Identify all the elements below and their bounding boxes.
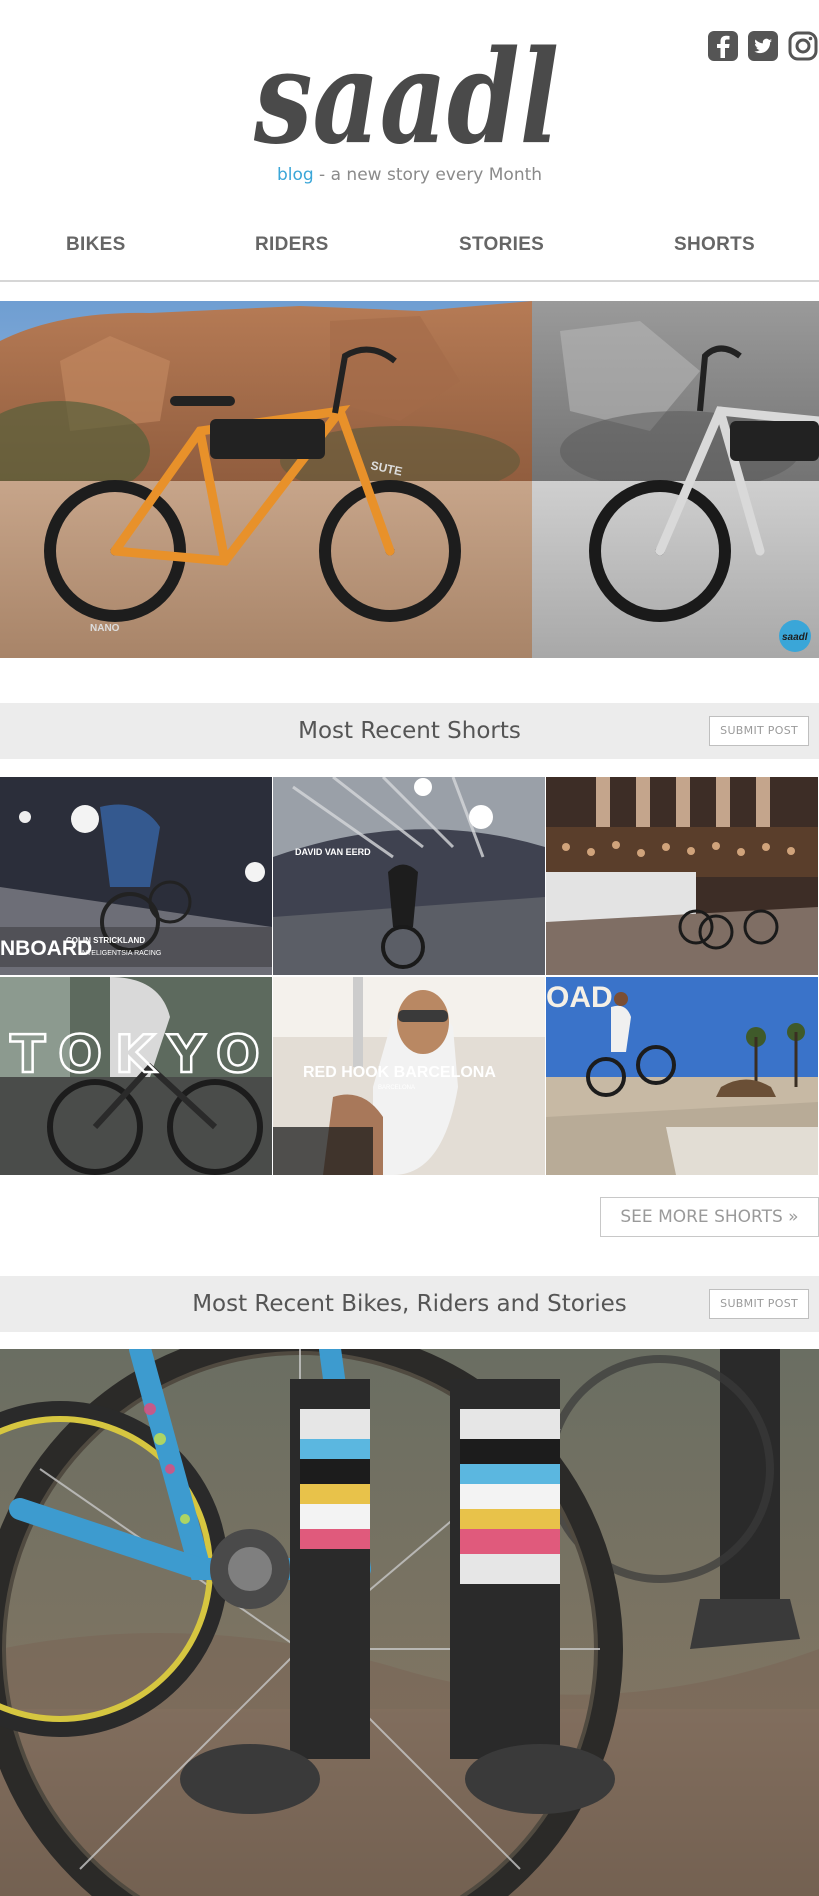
short-tile[interactable]: RED HOOK BARCELONA BARCELONA xyxy=(273,977,545,1175)
nav-bikes[interactable]: BIKES xyxy=(66,234,126,256)
see-more-shorts-button[interactable]: SEE MORE SHORTS » xyxy=(600,1197,819,1237)
stories-section-bar: Most Recent Bikes, Riders and Stories SU… xyxy=(0,1276,819,1332)
stories-submit-post-button[interactable]: SUBMIT POST xyxy=(709,1289,809,1319)
short-tile[interactable]: DAVID VAN EERD xyxy=(273,777,545,975)
hero-image[interactable]: SUTE NANO saadl xyxy=(0,301,819,658)
tagline-blog-link[interactable]: blog xyxy=(277,165,314,185)
main-nav: BIKES RIDERS STORIES SHORTS xyxy=(0,222,819,282)
tile-sub1: COLIN STRICKLAND xyxy=(66,936,145,945)
nav-shorts[interactable]: SHORTS xyxy=(674,234,755,256)
social-links xyxy=(707,30,819,62)
nav-stories[interactable]: STORIES xyxy=(459,234,544,256)
short-tile[interactable] xyxy=(546,777,818,975)
tile-sub1: BARCELONA xyxy=(378,1085,415,1091)
short-tile[interactable]: NBOARD COLIN STRICKLAND INTELIGENTSIA RA… xyxy=(0,777,272,975)
logo-text: saadl xyxy=(254,23,559,154)
facebook-icon[interactable] xyxy=(707,30,739,62)
stories-section-title: Most Recent Bikes, Riders and Stories xyxy=(192,1291,627,1317)
twitter-icon[interactable] xyxy=(747,30,779,62)
shorts-submit-post-button[interactable]: SUBMIT POST xyxy=(709,716,809,746)
short-tile[interactable]: TOKYO xyxy=(0,977,272,1175)
shorts-section-bar: Most Recent Shorts SUBMIT POST xyxy=(0,703,819,759)
tile-caption: RED HOOK BARCELONA xyxy=(303,1064,496,1081)
shorts-section-title: Most Recent Shorts xyxy=(298,718,521,744)
shorts-grid: NBOARD COLIN STRICKLAND INTELIGENTSIA RA… xyxy=(0,777,819,1177)
tile-caption: OAD xyxy=(546,981,613,1014)
short-tile[interactable]: OAD xyxy=(546,977,818,1175)
tagline: blog - a new story every Month xyxy=(0,165,819,185)
featured-story-image[interactable] xyxy=(0,1349,819,1896)
nav-riders[interactable]: RIDERS xyxy=(255,234,329,256)
hero-tire-label: NANO xyxy=(90,623,120,634)
tagline-text: - a new story every Month xyxy=(313,165,543,185)
tile-caption: DAVID VAN EERD xyxy=(295,847,371,857)
site-header: saadl blog - a new story every Month BIK… xyxy=(0,0,819,285)
hero-badge-text: saadl xyxy=(782,632,808,643)
instagram-icon[interactable] xyxy=(787,30,819,62)
tile-sub2: INTELIGENTSIA RACING xyxy=(80,950,161,957)
